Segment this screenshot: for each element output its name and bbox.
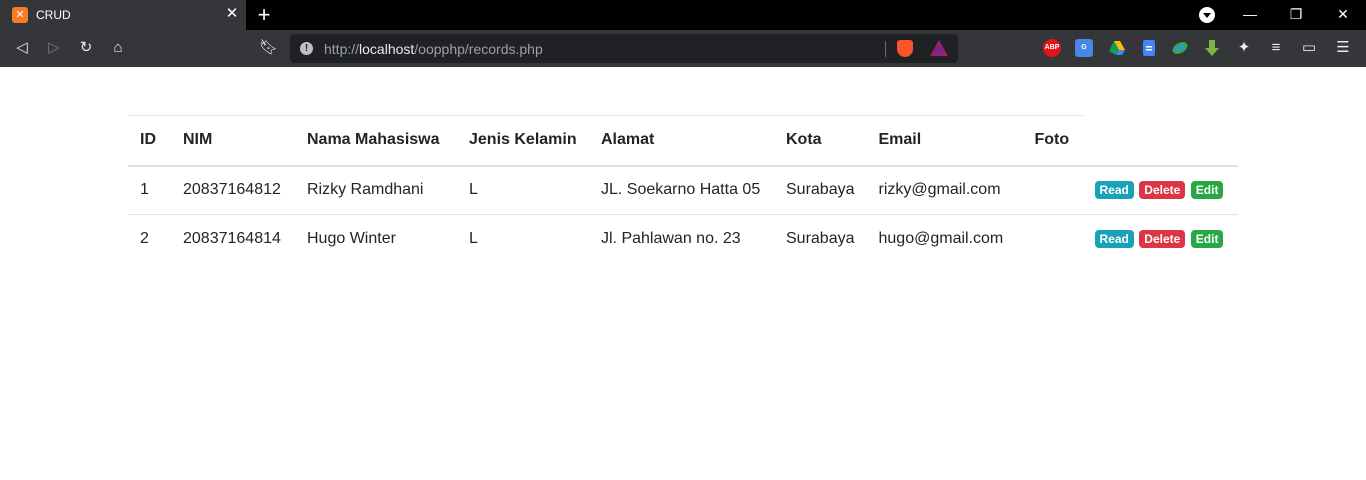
back-icon[interactable]: ◁: [13, 39, 31, 57]
brave-shields-icon[interactable]: [897, 40, 913, 57]
browser-toolbar: ◁ ▷ ↻ ⌂ 🔖︎ ! http://localhost/oopphp/rec…: [0, 30, 1366, 67]
read-button[interactable]: Read: [1094, 181, 1134, 200]
table-header-row: ID NIM Nama Mahasiswa Jenis Kelamin Alam…: [128, 115, 1238, 167]
minimize-icon[interactable]: —: [1242, 6, 1258, 22]
table-row: 1 20837164812 Rizky Ramdhani L JL. Soeka…: [128, 165, 1238, 215]
cell-actions: Read Delete Edit: [1083, 215, 1239, 264]
close-window-icon[interactable]: ✕: [1335, 6, 1351, 22]
records-table: ID NIM Nama Mahasiswa Jenis Kelamin Alam…: [128, 115, 1238, 264]
close-tab-icon[interactable]: ✕: [225, 6, 239, 21]
page-content: ID NIM Nama Mahasiswa Jenis Kelamin Alam…: [0, 67, 1366, 480]
cell-id: 1: [128, 165, 171, 215]
adblock-plus-icon[interactable]: ABP: [1043, 39, 1061, 57]
tab-strip: ✕ CRUD ✕ + — ❐ ✕: [0, 0, 1366, 30]
cell-jenis-kelamin: L: [457, 165, 589, 215]
cell-kota: Surabaya: [774, 165, 867, 215]
tab-search-icon[interactable]: [1199, 7, 1215, 23]
forward-icon[interactable]: ▷: [45, 39, 63, 57]
read-button[interactable]: Read: [1094, 230, 1134, 249]
tab-title: CRUD: [36, 8, 71, 22]
cell-actions: Read Delete Edit: [1082, 165, 1238, 215]
google-docs-icon[interactable]: [1140, 39, 1158, 57]
edit-button[interactable]: Edit: [1190, 181, 1224, 200]
google-drive-icon[interactable]: [1108, 39, 1126, 57]
wallet-icon[interactable]: ▭: [1300, 39, 1318, 57]
omnibox-divider: [885, 41, 886, 57]
new-tab-button[interactable]: +: [255, 4, 273, 26]
delete-button[interactable]: Delete: [1139, 181, 1186, 200]
media-playlist-icon[interactable]: ≡: [1267, 39, 1285, 57]
menu-icon[interactable]: ☰: [1334, 39, 1352, 57]
url-prefix: http://: [324, 41, 360, 57]
site-info-icon[interactable]: !: [300, 42, 313, 55]
extensions-puzzle-icon[interactable]: ✦: [1235, 39, 1253, 57]
url-path: /oopphp/records.php: [414, 41, 543, 57]
header-foto: Foto: [1022, 115, 1083, 167]
home-icon[interactable]: ⌂: [109, 39, 127, 57]
cell-kota: Surabaya: [786, 230, 855, 248]
header-actions: [1082, 115, 1238, 167]
cell-nim: 20837164814: [183, 230, 281, 248]
brave-rewards-icon[interactable]: [930, 40, 948, 56]
browser-tab[interactable]: ✕ CRUD ✕: [0, 0, 246, 30]
header-nama: Nama Mahasiswa: [295, 115, 457, 167]
header-alamat: Alamat: [589, 115, 774, 167]
restore-icon[interactable]: ❐: [1288, 6, 1304, 22]
cell-id: 2: [140, 230, 149, 248]
cell-jenis-kelamin: L: [469, 230, 478, 248]
header-kota: Kota: [774, 115, 867, 167]
leaf-icon[interactable]: [1171, 39, 1189, 57]
cell-email: hugo@gmail.com: [878, 230, 1004, 248]
cell-foto: [1022, 165, 1083, 215]
edit-button[interactable]: Edit: [1190, 230, 1224, 249]
cell-alamat: Jl. Pahlawan no. 23: [601, 230, 741, 248]
delete-button[interactable]: Delete: [1139, 230, 1186, 249]
header-email: Email: [866, 115, 1023, 167]
bookmark-icon[interactable]: 🔖︎: [259, 39, 278, 57]
xampp-icon: ✕: [12, 7, 28, 23]
cell-nama: Hugo Winter: [307, 230, 396, 248]
url-host: localhost: [359, 41, 415, 57]
cell-foto: [1023, 215, 1083, 264]
cell-email: rizky@gmail.com: [866, 165, 1023, 215]
header-id: ID: [128, 115, 171, 167]
header-jenis-kelamin: Jenis Kelamin: [457, 115, 589, 167]
download-icon[interactable]: [1203, 39, 1221, 57]
cell-alamat: JL. Soekarno Hatta 05: [589, 165, 774, 215]
url-text[interactable]: http://localhost/oopphp/records.php: [324, 41, 543, 57]
address-bar[interactable]: ! http://localhost/oopphp/records.php: [290, 34, 958, 63]
table-row: 2 20837164814 Hugo Winter L Jl. Pahlawan…: [128, 215, 1238, 264]
google-translate-icon[interactable]: G: [1075, 39, 1093, 57]
cell-nim: 20837164812: [171, 165, 295, 215]
header-nim: NIM: [171, 115, 295, 167]
cell-nama: Rizky Ramdhani: [295, 165, 457, 215]
reload-icon[interactable]: ↻: [77, 39, 95, 57]
